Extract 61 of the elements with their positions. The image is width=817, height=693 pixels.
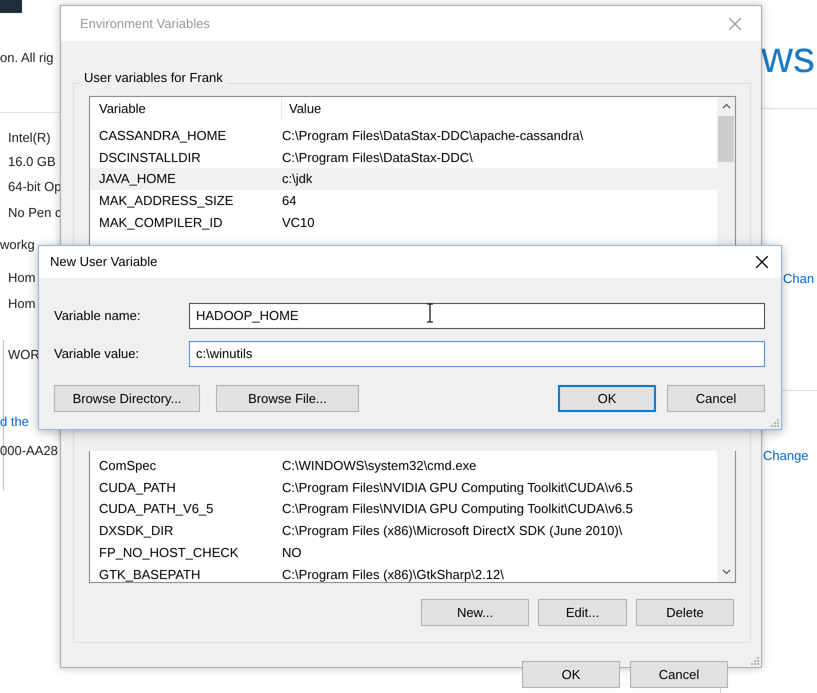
variable-value: 64 bbox=[282, 192, 296, 210]
variable-value: C:\Program Files\NVIDIA GPU Computing Toolkit\CUDA\v6.5 bbox=[282, 500, 633, 518]
scroll-up-icon[interactable] bbox=[722, 103, 730, 109]
variable-name: DXSDK_DIR bbox=[98, 522, 174, 540]
info-text: Intel(R) bbox=[8, 129, 51, 147]
window-title: Environment Variables bbox=[80, 14, 210, 33]
variable-row[interactable]: JAVA_HOME c:\jdk bbox=[90, 168, 717, 190]
variable-value: VC10 bbox=[282, 214, 315, 232]
info-text: workg bbox=[0, 236, 35, 254]
variable-value: C:\WINDOWS\system32\cmd.exe bbox=[282, 457, 476, 476]
variable-name: MAK_COMPILER_ID bbox=[98, 214, 224, 232]
window-title: New User Variable bbox=[50, 253, 158, 272]
variable-name: MAK_ADDRESS_SIZE bbox=[98, 192, 234, 210]
variable-value: C:\Program Files (x86)\Microsoft DirectX SDK (June 2010)\ bbox=[282, 522, 622, 540]
info-text: WOR bbox=[8, 346, 40, 364]
scroll-thumb[interactable] bbox=[718, 116, 734, 162]
change-link[interactable]: Change bbox=[763, 446, 809, 466]
variable-value: C:\Program Files\DataStax-DDC\ bbox=[282, 148, 473, 167]
variable-name: JAVA_HOME bbox=[98, 170, 177, 188]
text-field[interactable]: c:\winutils bbox=[189, 341, 765, 367]
dialog-button[interactable]: Cancel bbox=[667, 385, 765, 412]
link[interactable]: d the bbox=[0, 412, 29, 432]
column-header[interactable]: Value bbox=[282, 99, 322, 119]
dialog-button[interactable]: OK bbox=[522, 661, 620, 688]
field-label: Variable name: bbox=[54, 307, 142, 326]
variable-value: NO bbox=[282, 544, 302, 562]
info-text: 16.0 GB bbox=[8, 153, 56, 171]
field-label: Variable value: bbox=[54, 345, 140, 364]
variable-name: ComSpec bbox=[98, 457, 158, 476]
dialog-button[interactable]: Browse File... bbox=[216, 385, 359, 412]
dialog-button[interactable]: Delete bbox=[636, 599, 734, 626]
dialog-button[interactable]: Cancel bbox=[630, 661, 728, 688]
variable-name: GTK_BASEPATH bbox=[98, 566, 202, 582]
variable-value: C:\Program Files (x86)\GtkSharp\2.12\ bbox=[282, 566, 504, 582]
resize-grip-icon[interactable] bbox=[770, 418, 779, 427]
text-cursor-icon bbox=[426, 303, 434, 323]
dialog-button[interactable]: New... bbox=[421, 599, 529, 626]
dark-window-corner bbox=[0, 0, 22, 13]
variable-value: C:\Program Files\NVIDIA GPU Computing Toolkit\CUDA\v6.5 bbox=[282, 478, 633, 497]
variable-value: c:\jdk bbox=[282, 170, 312, 188]
dialog-button[interactable]: Edit... bbox=[538, 599, 627, 626]
info-text: Hom bbox=[8, 269, 36, 287]
variable-value: C:\Program Files\DataStax-DDC\apache-cassandra\ bbox=[282, 127, 584, 146]
variable-name: CASSANDRA_HOME bbox=[98, 127, 228, 146]
variable-name: FP_NO_HOST_CHECK bbox=[98, 544, 240, 562]
text-field[interactable]: HADOOP_HOME bbox=[189, 303, 765, 329]
column-header[interactable]: Variable bbox=[90, 97, 282, 121]
change-link[interactable]: Chan bbox=[783, 269, 814, 288]
resize-grip-icon[interactable] bbox=[750, 656, 759, 665]
scrollbar[interactable] bbox=[717, 451, 735, 582]
scroll-down-icon[interactable] bbox=[722, 569, 730, 575]
close-icon[interactable] bbox=[755, 255, 769, 269]
dialog-button[interactable]: OK bbox=[558, 385, 656, 412]
variable-name: DSCINSTALLDIR bbox=[98, 148, 202, 167]
info-text: on. All rig bbox=[0, 49, 54, 67]
variable-name: CUDA_PATH bbox=[98, 478, 177, 497]
info-text: Hom bbox=[8, 295, 36, 313]
info-text: 000-AA28 bbox=[0, 442, 58, 460]
windows-heading: ws bbox=[761, 36, 815, 80]
variable-name: CUDA_PATH_V6_5 bbox=[98, 500, 214, 518]
dialog-button[interactable]: Browse Directory... bbox=[54, 385, 200, 412]
